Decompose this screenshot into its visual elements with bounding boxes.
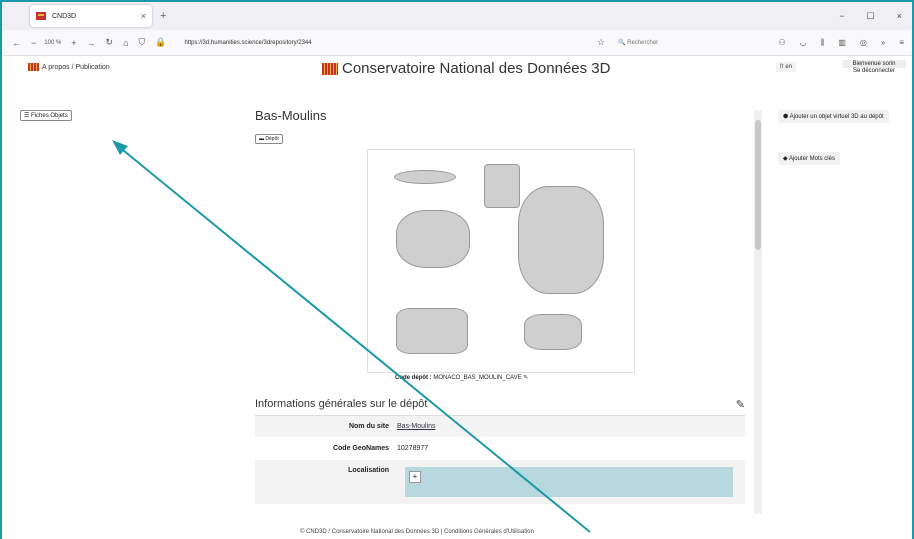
minimize-icon[interactable]: − <box>839 11 844 22</box>
location-map[interactable]: + <box>405 467 733 497</box>
table-row: Localisation + <box>255 460 745 505</box>
back-icon[interactable]: ← <box>12 38 21 48</box>
add-object-button[interactable]: ⬢ Ajouter un objet virtuel 3D au dépôt <box>778 110 889 123</box>
search-input[interactable]: 🔍 Rechercher <box>618 39 658 46</box>
page-title: Conservatoire National des Données 3D <box>322 60 610 77</box>
zoom-in-icon[interactable]: + <box>71 38 76 48</box>
user-menu[interactable]: Bienvenue sorin Se déconnecter <box>842 60 906 74</box>
depot-title: Bas-Moulins <box>255 108 327 123</box>
library-icon[interactable]: ⫼ <box>821 38 825 48</box>
edit-icon[interactable]: ✎ <box>523 375 528 381</box>
close-tab-icon[interactable]: × <box>141 11 146 21</box>
shield-icon: ⛉ <box>138 37 146 47</box>
tab-title: CND3D <box>52 12 77 20</box>
site-link[interactable]: Bas-Moulins <box>397 423 436 430</box>
edit-info-icon[interactable]: ✎ <box>736 398 745 411</box>
depot-image <box>367 149 635 373</box>
nav-bar: ← − 100 % + → ↻ ⌂ ⛉ 🔒 https://3d.humanit… <box>2 30 912 56</box>
scrollbar[interactable] <box>754 110 762 514</box>
url-bar[interactable]: https://3d.humanities.science/3dreposito… <box>185 40 312 46</box>
home-icon[interactable]: ⌂ <box>123 38 128 48</box>
info-panel: Informations générales sur le dépôt ✎ Nom… <box>255 394 745 505</box>
welcome-label[interactable]: Bienvenue sorin <box>842 60 906 68</box>
site-header: A propos / Publication Conservatoire Nat… <box>2 57 912 99</box>
main-content: Bas-Moulins ▬ Dépôt Code dépôt : MONACO_… <box>255 108 745 518</box>
sidebar-toggle-icon[interactable]: ▥ <box>838 38 846 48</box>
close-window-icon[interactable]: × <box>897 11 902 22</box>
add-tags-button[interactable]: ◆ Ajouter Mots clés <box>778 152 840 165</box>
bookmark-star-icon[interactable]: ☆ <box>597 37 605 48</box>
browser-tab[interactable]: CND3D × <box>30 5 152 27</box>
zoom-level[interactable]: 100 % <box>44 40 61 46</box>
maximize-icon[interactable]: ☐ <box>867 11 875 22</box>
zoom-out-icon[interactable]: − <box>31 38 36 48</box>
info-title: Informations générales sur le dépôt <box>255 398 428 410</box>
table-row: Code GeoNames 10278977 <box>255 438 745 460</box>
menu-icon[interactable]: ≡ <box>899 38 904 48</box>
code-depot: Code dépôt : MONACO_BAS_MOULIN_CAVE ✎ <box>395 375 529 381</box>
fiches-objets-button[interactable]: ☰ Fiches Objets <box>20 110 72 121</box>
depot-button[interactable]: ▬ Dépôt <box>255 134 283 144</box>
logout-link[interactable]: Se déconnecter <box>842 68 906 74</box>
table-row: Nom du site Bas-Moulins <box>255 416 745 438</box>
favicon-icon <box>36 12 46 20</box>
extension-icon[interactable]: ◎ <box>860 38 867 48</box>
logo-icon <box>28 63 39 71</box>
forward-icon[interactable]: → <box>87 38 96 48</box>
tab-bar: CND3D × + − ☐ × <box>2 2 912 30</box>
logo-icon <box>322 62 338 75</box>
zoom-in-map-icon[interactable]: + <box>409 471 421 483</box>
overflow-icon[interactable]: » <box>881 38 885 48</box>
reload-icon[interactable]: ↻ <box>106 37 114 48</box>
lock-icon: 🔒 <box>155 37 167 47</box>
pocket-icon[interactable]: ◡ <box>800 38 807 48</box>
language-switch[interactable]: fr en <box>776 62 797 72</box>
apropos-link[interactable]: A propos / Publication <box>28 63 110 71</box>
footer: © CND3D / Conservatoire National des Don… <box>300 529 534 535</box>
new-tab-icon[interactable]: + <box>160 10 166 22</box>
account-icon[interactable]: ⚇ <box>778 38 785 48</box>
